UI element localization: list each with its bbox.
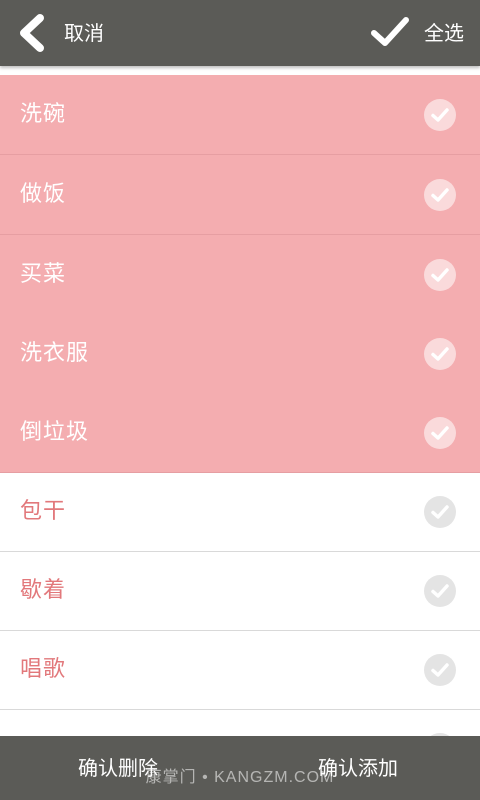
select-all-button[interactable]: 全选 <box>360 0 480 66</box>
list-item[interactable]: 包干 <box>0 472 480 552</box>
list-item-label: 歇着 <box>20 578 67 603</box>
check-circle-icon[interactable] <box>423 258 457 292</box>
list-item-label: 做饭 <box>20 182 67 207</box>
list-item[interactable]: 洗碗 <box>0 75 480 155</box>
chevron-left-icon <box>20 14 44 52</box>
bottom-bar: 确认删除 确认添加 <box>0 736 480 800</box>
list-item[interactable]: 买菜 <box>0 235 480 315</box>
list-item[interactable] <box>0 709 480 736</box>
list-item[interactable]: 唱歌 <box>0 630 480 710</box>
confirm-delete-button[interactable]: 确认删除 <box>0 736 240 800</box>
list-item-label: 倒垃圾 <box>20 420 90 445</box>
check-circle-icon[interactable] <box>423 574 457 608</box>
top-bar: 取消 全选 <box>0 0 480 66</box>
confirm-add-button[interactable]: 确认添加 <box>240 736 480 800</box>
check-circle-icon[interactable] <box>423 495 457 529</box>
select-all-label: 全选 <box>424 21 464 45</box>
cancel-label: 取消 <box>64 21 104 45</box>
cancel-button[interactable]: 取消 <box>0 0 130 66</box>
list-item[interactable]: 洗衣服 <box>0 314 480 394</box>
check-circle-icon[interactable] <box>423 98 457 132</box>
checkmark-icon <box>371 17 409 46</box>
check-circle-icon[interactable] <box>423 416 457 450</box>
check-circle-icon[interactable] <box>423 178 457 212</box>
list-item[interactable]: 歇着 <box>0 551 480 631</box>
list-item[interactable]: 倒垃圾 <box>0 393 480 473</box>
check-circle-icon[interactable] <box>423 337 457 371</box>
check-circle-icon[interactable] <box>423 653 457 687</box>
confirm-delete-label: 确认删除 <box>78 756 158 780</box>
list-item-label: 洗碗 <box>20 102 67 127</box>
confirm-add-label: 确认添加 <box>318 756 398 780</box>
list-item-label: 包干 <box>20 499 67 524</box>
list-item-label: 唱歌 <box>20 657 67 682</box>
task-list: 洗碗 做饭 买菜 洗衣服 倒垃圾 包干 歇着 唱歌 <box>0 66 480 736</box>
list-item-label: 买菜 <box>20 262 67 287</box>
list-item-label: 洗衣服 <box>20 341 90 366</box>
list-item[interactable]: 做饭 <box>0 155 480 235</box>
